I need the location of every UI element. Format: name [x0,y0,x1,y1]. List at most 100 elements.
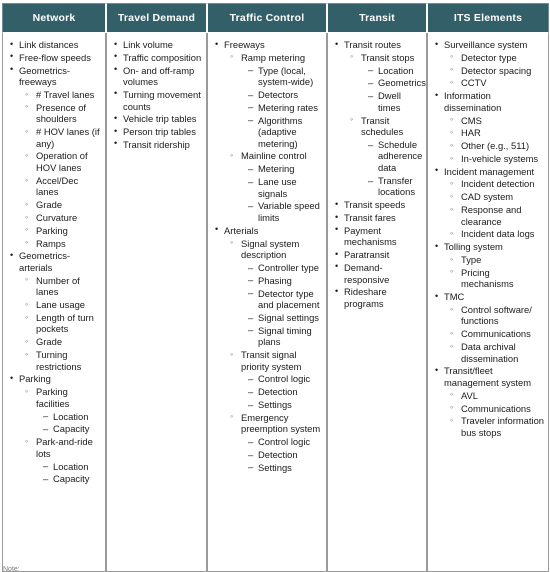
list-item-label: Communications [461,328,531,340]
list-item-label: Information dissemination [444,90,502,113]
list-item: Emergency preemption system Control logic… [229,412,322,474]
list-item: Parking Parking facilities Location Capacit… [8,373,101,484]
outline-list-level-1: Surveillance system Detector type Detector… [430,39,544,439]
list-item: Freeways Ramp metering Type (local, system… [213,39,322,224]
list-item: Turning movement counts [112,89,202,112]
list-item: Geometrics-freeways # Travel lanes Presenc… [8,65,101,250]
list-item: Information dissemination CMS HAR Other (e.… [433,90,544,164]
list-item: Signal system description Controller type… [229,238,322,348]
list-item-label: # HOV lanes (if any) [36,126,100,149]
outline-list-level-3: Controller type Phasing Detector type and … [241,262,322,348]
outline-list-level-2: Number of lanes Lane usage Length of turn … [19,275,101,373]
list-item: Ramp metering Type (local, system-wide) De… [229,52,322,150]
list-item-label: Signal system description [241,237,300,261]
list-item: Surveillance system Detector type Detector… [433,39,544,89]
list-item-label: Detector type and placement [258,287,320,311]
list-item: Variable speed limits [248,200,322,223]
list-item-label: Transit/fleet management system [444,365,532,388]
list-item: Lane use signals [248,176,322,199]
list-item: Detection [248,449,322,461]
list-item: Location [368,65,422,77]
list-item: Rideshare programs [333,286,422,309]
outline-list-level-3: Location Capacity [36,461,101,485]
list-item-label: # Travel lanes [36,88,95,100]
column-header-its-elements: ITS Elements [427,3,549,33]
list-item-label: Capacity [53,473,90,485]
list-item: Vehicle trip tables [112,113,202,125]
cell-traffic-control: Freeways Ramp metering Type (local, system… [207,33,327,572]
list-item: Transfer locations [368,175,422,198]
list-item-label: Surveillance system [444,39,528,50]
list-item-label: Mainline control [241,150,307,162]
list-item-label: Location [378,64,414,76]
outline-list-level-3: Location Geometrics Dwell times [361,65,426,114]
list-item-label: In-vehicle systems [461,152,539,164]
list-item: Lane usage [24,299,101,311]
outline-list-level-2: # Travel lanes Presence of shoulders # HOV… [19,89,101,249]
list-item-label: Capacity [53,423,90,435]
list-item: Transit speeds [333,199,422,211]
outline-list-level-1: Freeways Ramp metering Type (local, system… [210,39,322,473]
list-item-label: Signal timing plans [258,324,312,348]
list-item-label: Traveler information bus stops [461,415,545,438]
list-item: # Travel lanes [24,89,101,101]
list-item-label: On- and off-ramp volumes [123,64,195,88]
list-item: Arterials Signal system description Contro… [213,225,322,474]
cell-travel-demand: Link volume Traffic composition On- and of… [106,33,207,572]
list-item-label: Controller type [258,261,319,273]
list-item: Settings [248,399,322,411]
list-item-label: Number of lanes [36,274,80,298]
list-item: Geometrics-arterials Number of lanes Lane … [8,250,101,372]
list-item: # HOV lanes (if any) [24,126,101,149]
list-item-label: Turning movement counts [123,88,201,112]
list-item: Transit fares [333,212,422,224]
list-item-label: Length of turn pockets [36,311,94,335]
list-item: Detector type and placement [248,288,322,311]
list-item: CAD system [449,191,544,203]
list-item-label: Transit stops [361,51,415,63]
list-item: Curvature [24,212,101,224]
outline-list-level-1: Link distances Free-flow speeds Geometrics… [5,39,101,485]
list-item: Control logic [248,436,322,448]
column-header-traffic-control: Traffic Control [207,3,327,33]
list-item-label: Person trip tables [123,126,196,138]
list-item-label: Type (local, system-wide) [258,64,314,88]
list-item: CCTV [449,77,544,89]
list-item-label: Transit fares [344,212,396,223]
list-item-label: AVL [461,389,479,401]
list-item-label: Link volume [123,39,174,50]
list-item: Type (local, system-wide) [248,65,322,88]
list-item: Transit schedules Schedule adherence data… [349,115,422,199]
list-item-label: Data archival dissemination [461,341,519,364]
list-item: Link distances [8,39,101,51]
list-item: On- and off-ramp volumes [112,65,202,88]
cell-its-elements: Surveillance system Detector type Detector… [427,33,549,572]
list-item: Ramps [24,238,101,250]
list-item: Communications [449,403,544,415]
list-item-label: Emergency preemption system [241,411,321,435]
list-item-label: Type [461,253,482,265]
list-item-label: TMC [444,291,465,303]
list-item-label: Other (e.g., 511) [461,140,530,152]
list-item-label: Control logic [258,373,311,385]
list-item: Schedule adherence data [368,139,422,174]
list-item-label: Incident data logs [461,228,535,240]
list-item-label: CMS [461,114,482,126]
list-item-label: Grade [36,336,63,348]
list-item-label: Pricing mechanisms [461,266,514,290]
list-item-label: Free-flow speeds [19,51,91,63]
list-item-label: Lane use signals [258,176,297,199]
list-item-label: Traffic composition [123,51,202,63]
list-item: AVL [449,390,544,402]
list-item: Incident detection [449,178,544,190]
list-item-label: Communications [461,402,531,414]
list-item-label: Signal settings [258,311,319,323]
list-item: Transit routes Transit stops Location Geome… [333,39,426,199]
list-item-label: Ramps [36,237,66,249]
list-item-label: Payment mechanisms [344,224,397,248]
list-item: Traffic composition [112,52,202,64]
list-item-label: Presence of shoulders [36,101,87,125]
list-item-label: Operation of HOV lanes [36,150,88,174]
column-header-travel-demand: Travel Demand [106,3,207,33]
list-item-label: Settings [258,398,292,410]
